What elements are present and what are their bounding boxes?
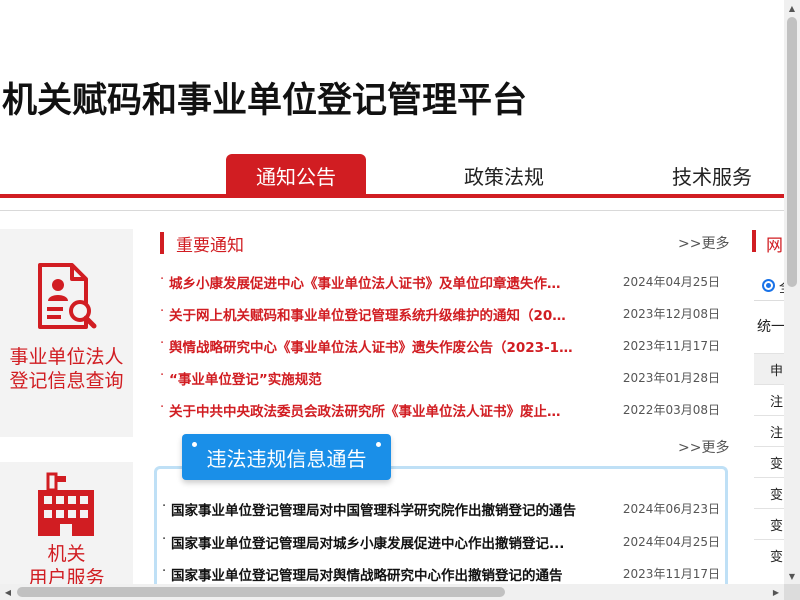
important-notices-more-link[interactable]: >>更多 bbox=[678, 233, 729, 253]
badge-pin-icon bbox=[376, 442, 381, 447]
query-type-radio[interactable] bbox=[762, 279, 775, 292]
site-title: 机关赋码和事业单位登记管理平台 bbox=[2, 81, 528, 121]
violation-date: 2024年06月23日 bbox=[622, 502, 720, 516]
violation-date: 2023年11月17日 bbox=[622, 567, 720, 581]
right-panel-divider bbox=[754, 300, 784, 301]
bullet-icon: · bbox=[160, 272, 165, 287]
unified-code-label: 统一 bbox=[757, 319, 784, 335]
notice-item[interactable]: · “事业单位登记”实施规范 2023年01月28日 bbox=[160, 366, 722, 388]
notice-date: 2024年04月25日 bbox=[622, 275, 720, 289]
document-search-icon bbox=[38, 263, 97, 329]
card-label-line1: 机关 bbox=[47, 543, 86, 565]
bullet-icon: · bbox=[160, 304, 165, 319]
notice-item[interactable]: · 舆情战略研究中心《事业单位法人证书》遗失作废公告（2023-1… 2023年… bbox=[160, 334, 722, 356]
scroll-left-icon[interactable]: ◀ bbox=[0, 584, 16, 600]
horizontal-scroll-thumb[interactable] bbox=[17, 587, 505, 597]
violation-item[interactable]: · 国家事业单位登记管理局对舆情战略研究中心作出撤销登记的通告 2023年11月… bbox=[160, 563, 722, 585]
right-query-panel: 网 全 统一 申 注 注 变 变 变 变 bbox=[752, 211, 784, 584]
notice-title[interactable]: 关于网上机关赋码和事业单位登记管理系统升级维护的通知（20… bbox=[169, 304, 609, 324]
card-label-line1: 事业单位法人 bbox=[9, 346, 124, 368]
badge-pin-icon bbox=[192, 442, 197, 447]
page: 机关赋码和事业单位登记管理平台 通知公告 政策法规 技术服务 事业单位法人 登记… bbox=[0, 0, 800, 600]
office-building-icon bbox=[38, 472, 94, 536]
bullet-icon: · bbox=[160, 368, 165, 383]
violation-title[interactable]: 国家事业单位登记管理局对中国管理科学研究院作出撤销登记的通告 bbox=[171, 499, 621, 519]
bullet-icon: · bbox=[160, 336, 165, 351]
tab-tech-services[interactable]: 技术服务 bbox=[642, 154, 782, 196]
violation-title[interactable]: 国家事业单位登记管理局对城乡小康发展促进中心作出撤销登记... bbox=[171, 532, 621, 552]
violation-date: 2024年04月25日 bbox=[622, 535, 720, 549]
tab-notices[interactable]: 通知公告 bbox=[226, 154, 366, 196]
bullet-icon: · bbox=[162, 499, 167, 514]
right-panel-cell[interactable]: 变 bbox=[754, 539, 784, 570]
scrollbar-corner bbox=[784, 584, 800, 600]
double-chevron-right-icon: >> bbox=[678, 440, 702, 456]
violations-title: 违法违规信息通告 bbox=[206, 446, 367, 471]
right-panel-cell[interactable]: 注 bbox=[754, 384, 784, 415]
right-panel-cell[interactable]: 变 bbox=[754, 446, 784, 477]
notice-date: 2023年01月28日 bbox=[622, 371, 720, 385]
right-panel-cell[interactable]: 变 bbox=[754, 508, 784, 539]
notice-item[interactable]: · 关于网上机关赋码和事业单位登记管理系统升级维护的通知（20… 2023年12… bbox=[160, 302, 722, 324]
registration-query-card[interactable]: 事业单位法人 登记信息查询 bbox=[0, 229, 133, 437]
notice-date: 2023年12月08日 bbox=[622, 307, 720, 321]
vertical-scroll-thumb[interactable] bbox=[787, 17, 797, 287]
notice-title[interactable]: 关于中共中央政法委员会政法研究所《事业单位法人证书》废止… bbox=[169, 400, 609, 420]
right-panel-cell[interactable]: 注 bbox=[754, 415, 784, 446]
content-divider bbox=[0, 210, 784, 211]
nav-underline bbox=[0, 194, 784, 198]
violations-more-link[interactable]: >>更多 bbox=[678, 437, 729, 457]
section-accent-bar bbox=[752, 230, 756, 252]
notice-item[interactable]: · 城乡小康发展促进中心《事业单位法人证书》及单位印章遗失作… 2024年04月… bbox=[160, 270, 722, 292]
bullet-icon: · bbox=[162, 564, 167, 579]
section-accent-bar bbox=[160, 232, 164, 254]
card-label-line2: 登记信息查询 bbox=[9, 370, 124, 392]
violation-item[interactable]: · 国家事业单位登记管理局对城乡小康发展促进中心作出撤销登记... 2024年0… bbox=[160, 531, 722, 553]
bullet-icon: · bbox=[162, 532, 167, 547]
notice-title[interactable]: 舆情战略研究中心《事业单位法人证书》遗失作废公告（2023-1… bbox=[169, 336, 609, 356]
right-panel-title: 网 bbox=[766, 236, 783, 256]
right-panel-cell[interactable]: 变 bbox=[754, 477, 784, 508]
important-notices-header: 重要通知 bbox=[160, 230, 722, 256]
double-chevron-right-icon: >> bbox=[678, 236, 702, 252]
tab-policies[interactable]: 政策法规 bbox=[434, 154, 574, 196]
horizontal-scrollbar[interactable]: ◀ ▶ bbox=[0, 584, 784, 600]
violation-title[interactable]: 国家事业单位登记管理局对舆情战略研究中心作出撤销登记的通告 bbox=[171, 564, 621, 584]
notice-item[interactable]: · 关于中共中央政法委员会政法研究所《事业单位法人证书》废止… 2022年03月… bbox=[160, 398, 722, 420]
scroll-right-icon[interactable]: ▶ bbox=[768, 584, 784, 600]
agency-user-service-card[interactable]: 机关 用户服务 bbox=[0, 462, 133, 589]
notice-title[interactable]: “事业单位登记”实施规范 bbox=[169, 368, 609, 388]
violations-badge: 违法违规信息通告 bbox=[182, 434, 391, 480]
section-title: 重要通知 bbox=[176, 236, 244, 256]
bullet-icon: · bbox=[160, 400, 165, 415]
violation-item[interactable]: · 国家事业单位登记管理局对中国管理科学研究院作出撤销登记的通告 2024年06… bbox=[160, 498, 722, 520]
scroll-down-icon[interactable]: ▼ bbox=[784, 568, 800, 584]
notice-title[interactable]: 城乡小康发展促进中心《事业单位法人证书》及单位印章遗失作… bbox=[169, 272, 609, 292]
scroll-up-icon[interactable]: ▲ bbox=[784, 0, 800, 16]
right-panel-cell[interactable]: 申 bbox=[754, 353, 784, 384]
notice-date: 2022年03月08日 bbox=[622, 403, 720, 417]
vertical-scrollbar[interactable]: ▲ ▼ bbox=[784, 0, 800, 584]
notice-date: 2023年11月17日 bbox=[622, 339, 720, 353]
